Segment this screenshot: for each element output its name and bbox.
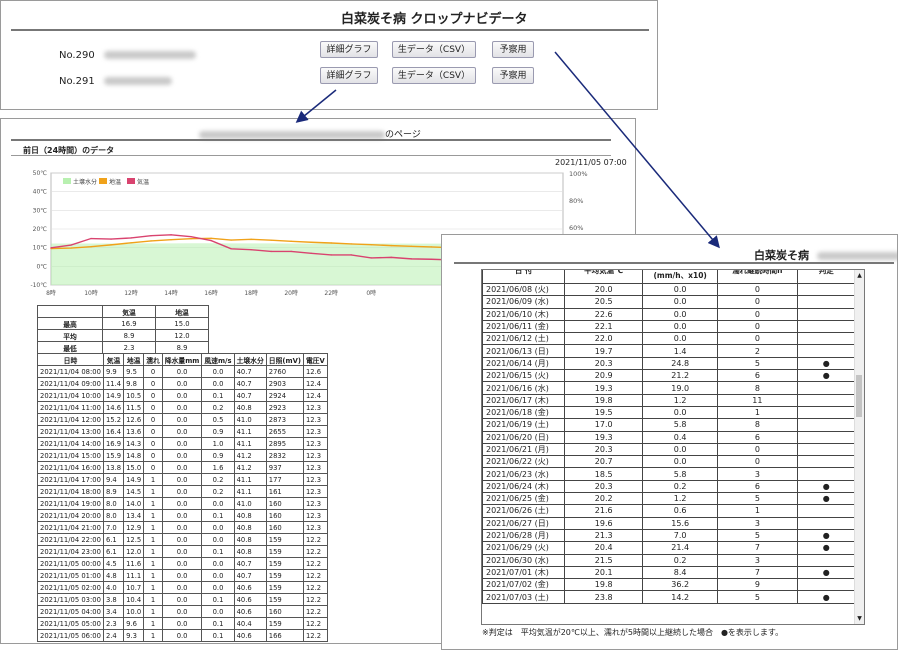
flow-arrows	[295, 51, 720, 249]
arrow-to-detail	[295, 89, 337, 123]
arrow-to-forecast	[554, 51, 720, 249]
